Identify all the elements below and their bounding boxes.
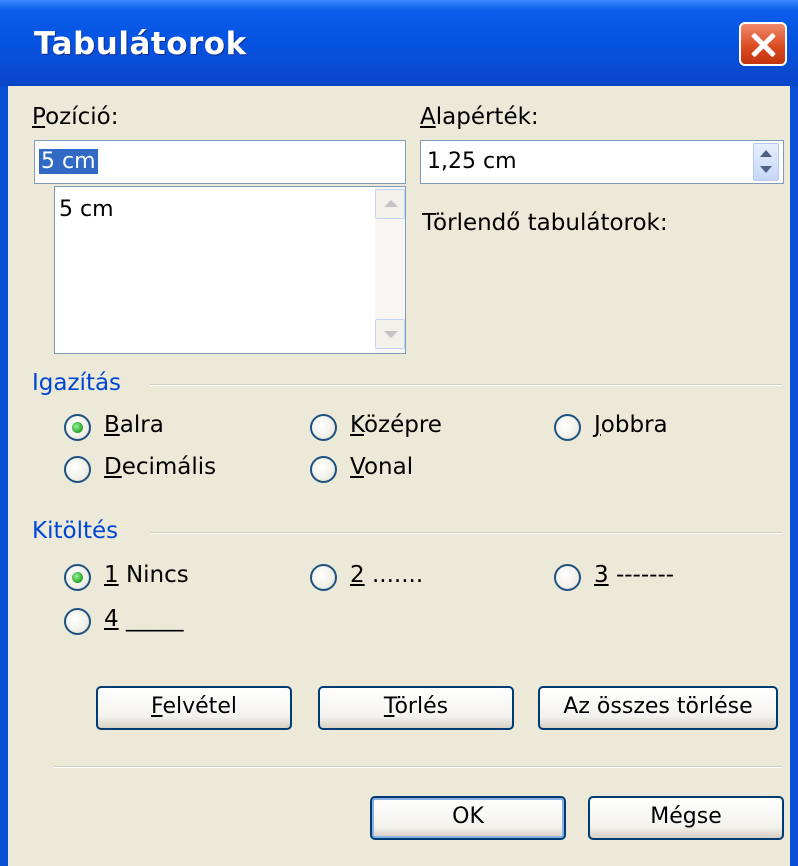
title-bar[interactable]: Tabulátorok bbox=[0, 0, 798, 86]
leader-divider bbox=[150, 532, 782, 534]
clear-all-button[interactable]: Az összes törlése bbox=[538, 686, 778, 730]
align-decimal-radio[interactable] bbox=[64, 456, 91, 483]
scroll-up-button[interactable] bbox=[375, 189, 405, 219]
set-button[interactable]: Felvétel bbox=[96, 686, 292, 730]
position-input-value: 5 cm bbox=[39, 149, 98, 174]
footer-divider bbox=[54, 766, 782, 768]
clear-button[interactable]: Törlés bbox=[318, 686, 514, 730]
tabs-dialog-window: Tabulátorok Pozíció: 5 cm 5 cm Alapérték… bbox=[0, 0, 798, 866]
leader-none-label[interactable]: 1 Nincs bbox=[104, 562, 189, 588]
scroll-down-button[interactable] bbox=[375, 319, 405, 349]
leader-dashes-radio[interactable] bbox=[554, 564, 581, 591]
default-tab-label: Alapérték: bbox=[420, 104, 539, 130]
spin-buttons[interactable] bbox=[753, 143, 779, 181]
close-icon[interactable] bbox=[739, 22, 787, 66]
ok-button[interactable]: OK bbox=[370, 796, 566, 840]
align-bar-radio[interactable] bbox=[310, 456, 337, 483]
alignment-group-label: Igazítás bbox=[32, 370, 122, 396]
chevron-up-icon bbox=[384, 200, 398, 207]
align-right-radio[interactable] bbox=[554, 414, 581, 441]
leader-underline-radio[interactable] bbox=[64, 608, 91, 635]
alignment-divider bbox=[150, 384, 782, 386]
align-bar-label[interactable]: Vonal bbox=[350, 454, 413, 480]
align-center-radio[interactable] bbox=[310, 414, 337, 441]
list-scrollbar[interactable] bbox=[375, 187, 405, 353]
default-tab-value: 1,25 cm bbox=[427, 149, 517, 174]
align-center-label[interactable]: Középre bbox=[350, 412, 442, 438]
align-right-label[interactable]: Jobbra bbox=[594, 412, 668, 438]
list-item[interactable]: 5 cm bbox=[59, 197, 114, 222]
cancel-button[interactable]: Mégse bbox=[588, 796, 784, 840]
tabs-to-clear-label: Törlendő tabulátorok: bbox=[422, 210, 668, 236]
dialog-body: Pozíció: 5 cm 5 cm Alapérték: 1,25 cm Tö… bbox=[8, 86, 790, 866]
window-border-right bbox=[790, 86, 798, 866]
spin-down-icon[interactable] bbox=[760, 166, 772, 173]
leader-dots-radio[interactable] bbox=[310, 564, 337, 591]
chevron-down-icon bbox=[384, 331, 398, 338]
leader-dots-label[interactable]: 2 ....... bbox=[350, 562, 423, 588]
dialog-title: Tabulátorok bbox=[34, 26, 247, 62]
default-tab-spinner[interactable]: 1,25 cm bbox=[420, 140, 784, 184]
align-left-radio[interactable] bbox=[64, 414, 91, 441]
spin-up-icon[interactable] bbox=[760, 150, 772, 157]
leader-underline-label[interactable]: 4 _____ bbox=[104, 606, 183, 632]
position-input[interactable]: 5 cm bbox=[34, 140, 406, 184]
align-left-label[interactable]: Balra bbox=[104, 412, 164, 438]
leader-dashes-label[interactable]: 3 ------- bbox=[594, 562, 674, 588]
leader-group-label: Kitöltés bbox=[32, 518, 119, 544]
position-label: Pozíció: bbox=[32, 104, 119, 130]
tab-stop-list[interactable]: 5 cm bbox=[54, 186, 406, 354]
leader-none-radio[interactable] bbox=[64, 564, 91, 591]
align-decimal-label[interactable]: Decimális bbox=[104, 454, 216, 480]
